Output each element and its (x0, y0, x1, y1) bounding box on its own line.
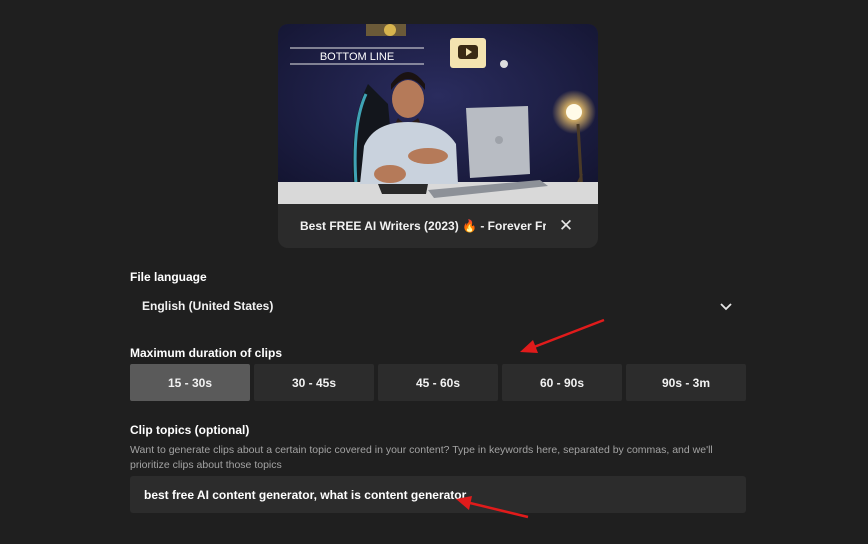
clip-topics-help: Want to generate clips about a certain t… (130, 444, 713, 471)
thumbnail-caption: BOTTOM LINE (320, 51, 394, 63)
max-duration-label: Maximum duration of clips (130, 346, 283, 360)
clip-topics-input[interactable]: best free AI content generator, what is … (130, 476, 746, 513)
duration-option-90s-3m[interactable]: 90s - 3m (626, 364, 746, 401)
file-language-value: English (United States) (142, 299, 274, 313)
thumbnail-image: BOTTOM LINE (278, 24, 598, 204)
duration-option-45-60s[interactable]: 45 - 60s (378, 364, 498, 401)
clip-topics-label: Clip topics (optional) (130, 423, 250, 437)
duration-option-30-45s[interactable]: 30 - 45s (254, 364, 374, 401)
file-language-label: File language (130, 270, 207, 284)
chevron-down-icon (720, 303, 732, 311)
video-info-bar: Best FREE AI Writers (2023) 🔥 - Forever … (278, 204, 598, 248)
video-title: Best FREE AI Writers (2023) 🔥 - Forever … (300, 219, 546, 233)
duration-options: 15 - 30s 30 - 45s 45 - 60s 60 - 90s 90s … (130, 364, 746, 401)
duration-option-60-90s[interactable]: 60 - 90s (502, 364, 622, 401)
duration-option-15-30s[interactable]: 15 - 30s (130, 364, 250, 401)
annotation-arrow-duration (520, 318, 605, 353)
video-preview-card: BOTTOM LINE Best FREE AI Writers (2023) … (278, 24, 598, 248)
close-icon[interactable]: ✕ (556, 216, 576, 236)
file-language-dropdown[interactable]: English (United States) (130, 290, 746, 322)
video-thumbnail[interactable]: BOTTOM LINE (278, 24, 598, 204)
